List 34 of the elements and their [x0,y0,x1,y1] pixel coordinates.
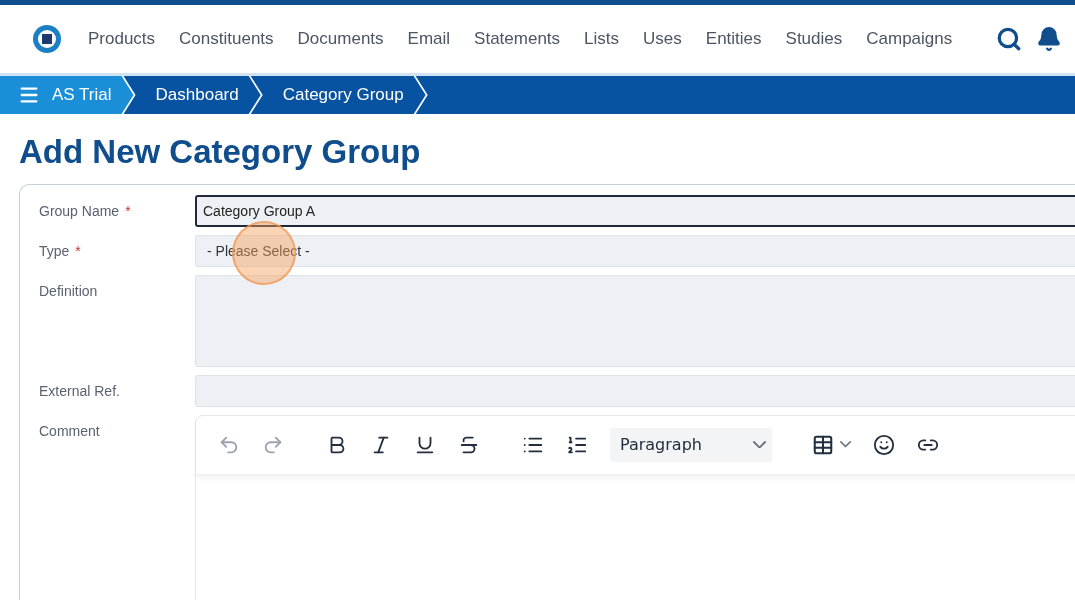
nav-link[interactable]: Uses [643,29,682,49]
nav-link[interactable]: Constituents [179,29,274,49]
field-label: External Ref. [38,381,121,399]
nav-link[interactable]: Products [88,29,156,49]
field-label: Definition [38,281,99,299]
breadcrumb-link[interactable]: Dashboard [123,76,261,114]
nav-link[interactable]: Lists [584,29,620,49]
text-field[interactable]: Category Group A [195,194,1075,227]
field-label: Comment [38,421,101,439]
block-format-dropdown[interactable]: Paragraph [610,427,772,462]
search-icon[interactable] [996,26,1023,52]
nav-link[interactable]: Campaigns [866,29,953,49]
chevron-down-icon [840,441,851,448]
table-icon [812,433,834,456]
text-field[interactable] [195,374,1075,407]
textarea-field[interactable] [195,274,1075,367]
nav-link[interactable]: Entities [705,29,762,49]
select-field[interactable]: - Please Select - [195,234,1075,267]
field-label: Type * [38,241,82,259]
page-title: Add New Category Group [19,132,422,172]
nav-link[interactable]: Statements [474,29,561,49]
chevron-down-icon [753,440,766,449]
rich-text-editor[interactable]: Paragraph [195,414,1075,600]
logo-icon[interactable] [32,24,62,54]
table-button[interactable] [812,433,851,456]
breadcrumb-link[interactable]: Category Group [250,76,426,114]
field-label: Group Name * [38,201,132,219]
bell-icon[interactable] [1036,26,1063,52]
menu-icon [18,84,40,106]
nav-link[interactable]: Documents [297,29,384,49]
nav-link[interactable]: Email [407,29,451,49]
emoji-button[interactable] [873,433,895,456]
menu-button[interactable]: AS Trial [0,76,134,114]
nav-link[interactable]: Studies [785,29,843,49]
